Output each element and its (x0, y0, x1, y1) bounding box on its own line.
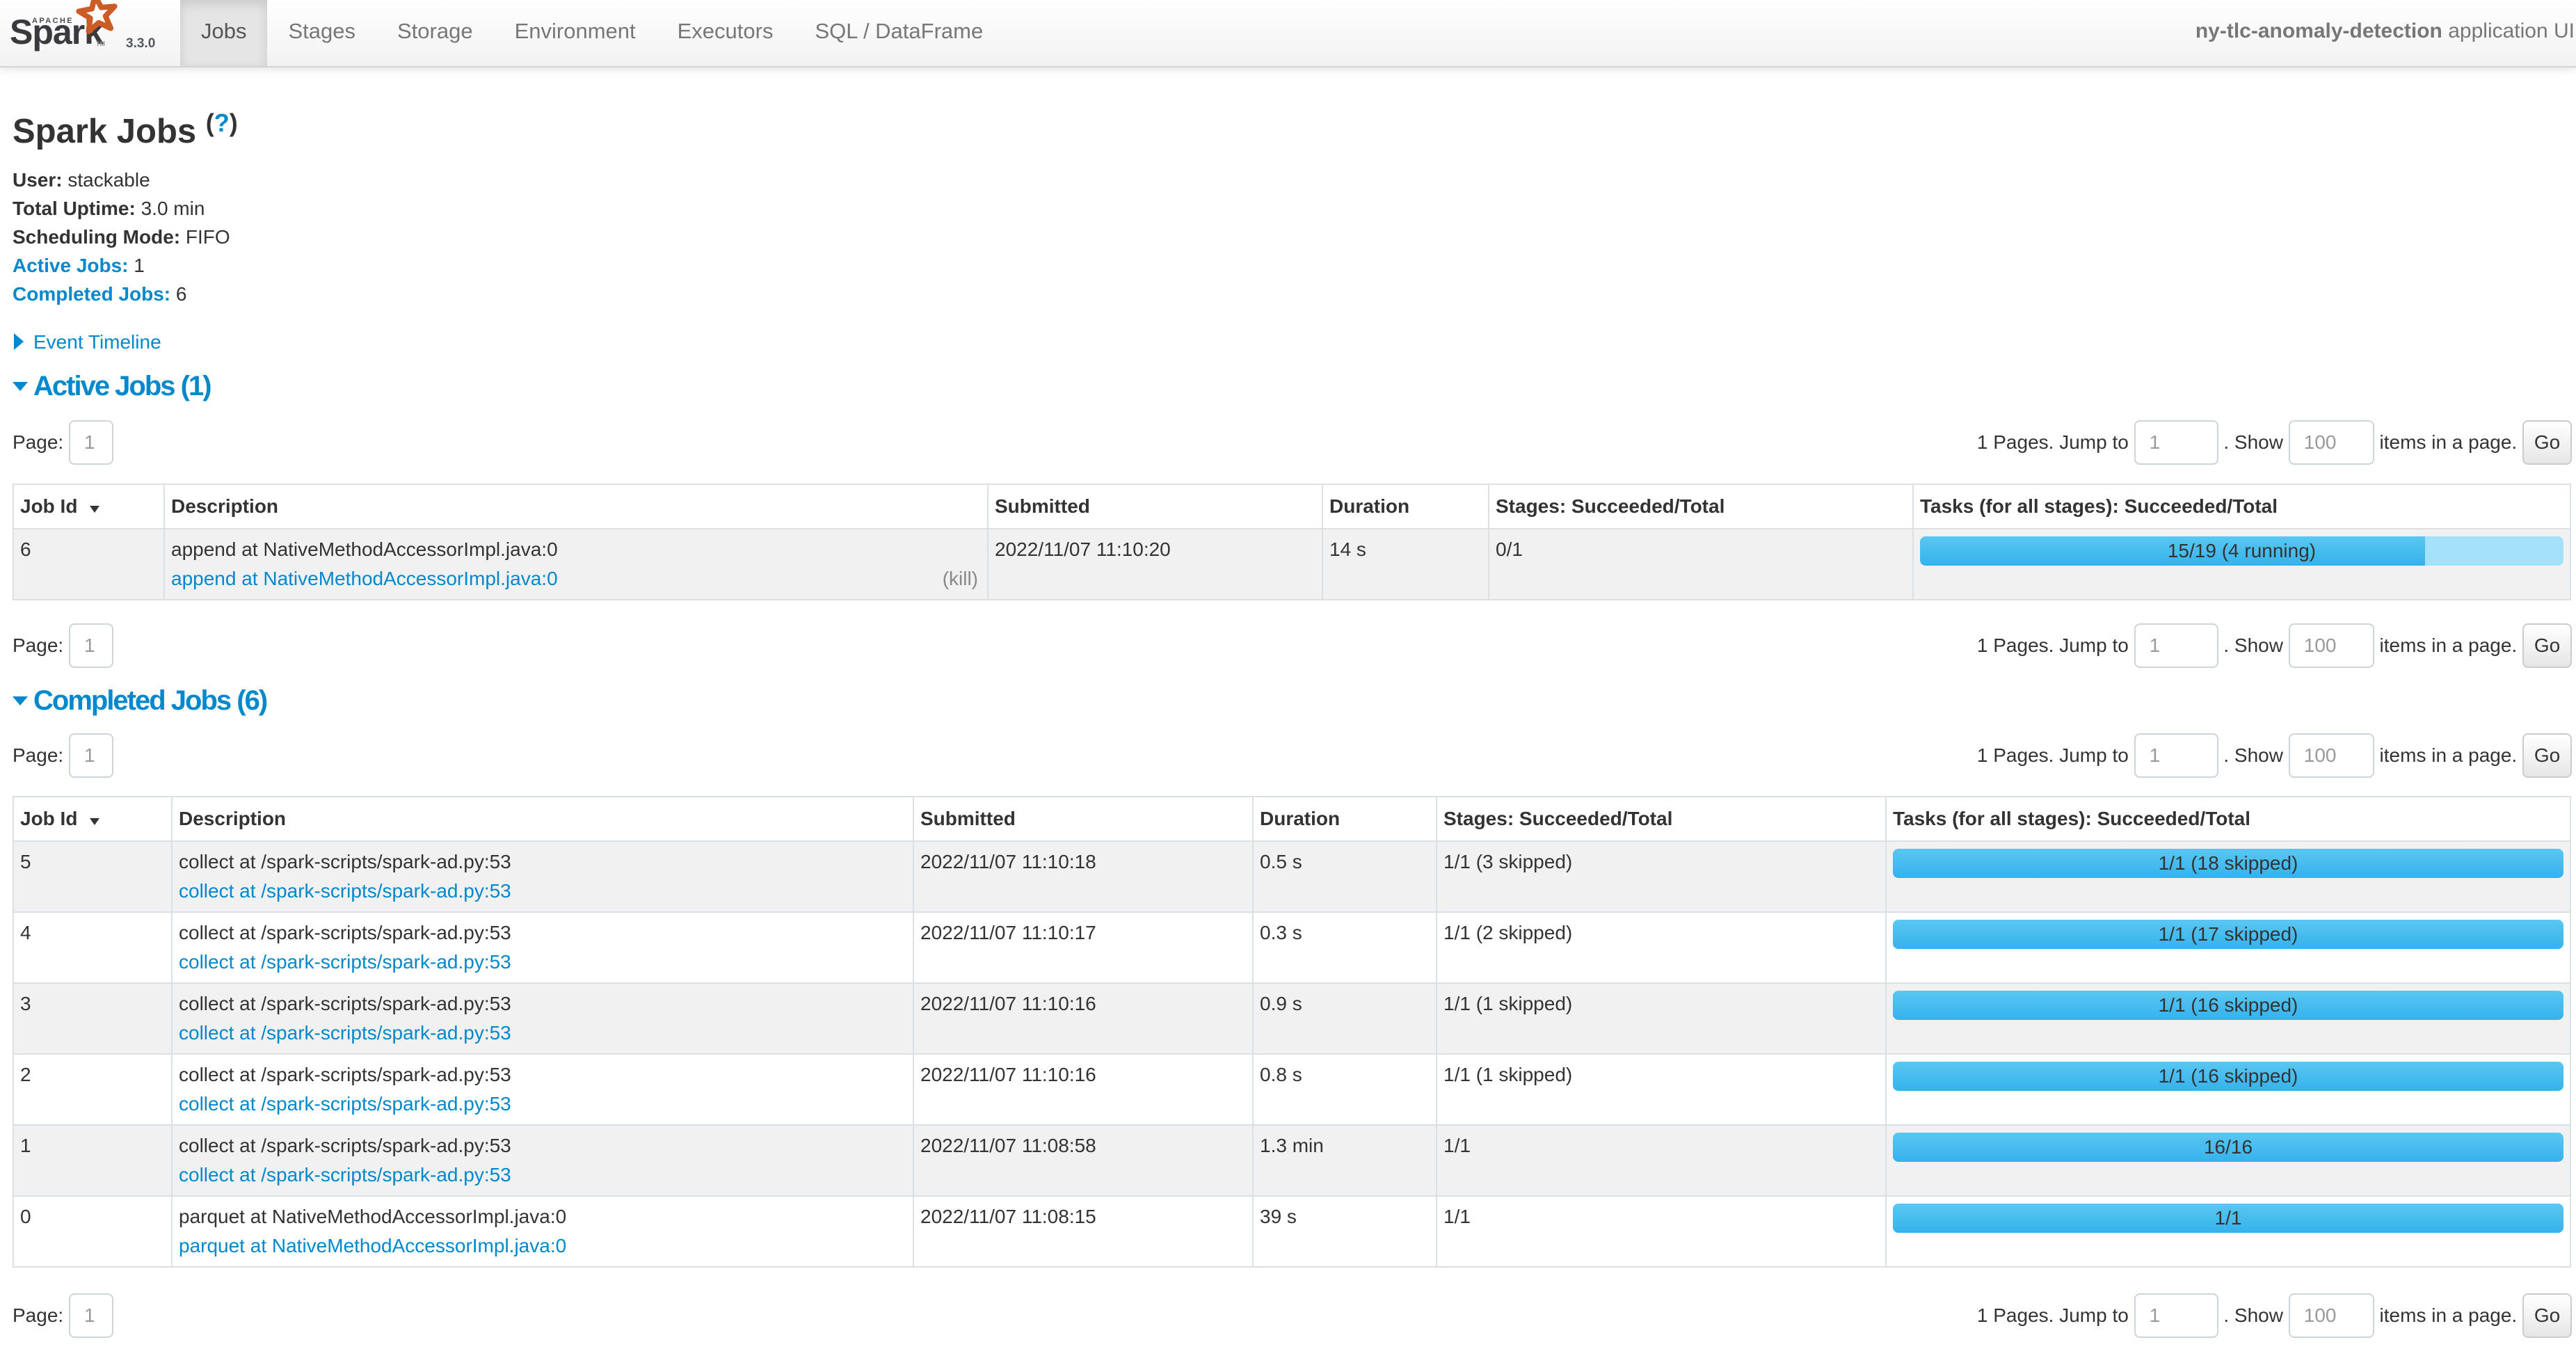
svg-text:TM: TM (96, 40, 105, 47)
